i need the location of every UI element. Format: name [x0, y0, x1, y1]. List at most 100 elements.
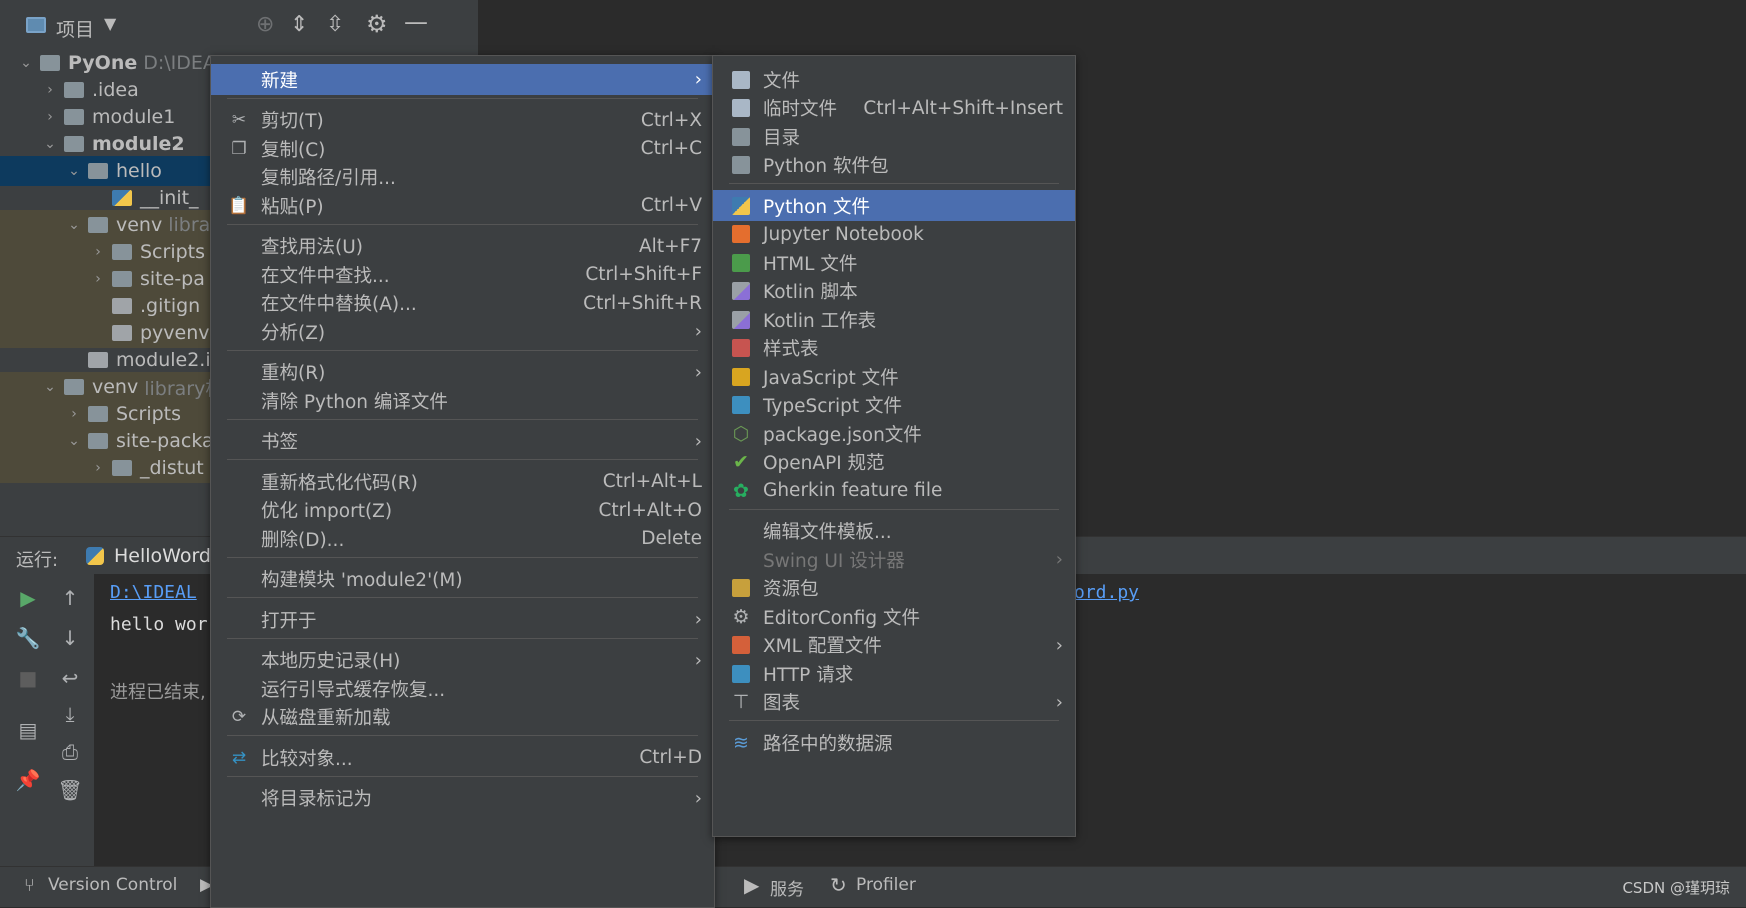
chevron-right-icon: ›	[694, 69, 702, 90]
menu-item[interactable]: 优化 import(Z) Ctrl+Alt+O	[211, 495, 714, 526]
wrench-icon[interactable]: 🔧	[16, 626, 41, 650]
scroll-to-end-icon[interactable]: ⤓	[58, 702, 82, 726]
menu-item[interactable]: HTTP 请求	[713, 658, 1075, 689]
menu-item[interactable]: ✿ Gherkin feature file	[713, 475, 1075, 506]
chevron-down-icon[interactable]: ⌄	[18, 55, 34, 71]
layout-icon[interactable]: ▤	[16, 718, 40, 742]
gear-icon[interactable]: ⚙	[366, 10, 388, 38]
directory-icon	[731, 127, 751, 147]
menu-item-shortcut: Ctrl+X	[640, 109, 702, 131]
menu-item[interactable]: ❐ 复制(C) Ctrl+C	[211, 133, 714, 164]
trash-icon[interactable]: 🗑	[57, 778, 82, 802]
menu-item[interactable]: 构建模块 'module2'(M)	[211, 564, 714, 595]
folder-icon	[64, 109, 84, 125]
menu-item-shortcut: Ctrl+C	[640, 138, 702, 159]
menu-item[interactable]: 在文件中替换(A)... Ctrl+Shift+R	[211, 288, 714, 319]
menu-item[interactable]: Kotlin 脚本	[713, 276, 1075, 307]
chevron-right-icon[interactable]: ›	[42, 109, 58, 125]
menu-item: Swing UI 设计器 ›	[713, 544, 1075, 575]
menu-separator	[227, 349, 698, 351]
stop-icon[interactable]: ■	[16, 666, 40, 690]
menu-item[interactable]: XML 配置文件 ›	[713, 630, 1075, 661]
menu-item[interactable]: TypeScript 文件	[713, 390, 1075, 421]
chevron-right-icon: ›	[694, 787, 702, 809]
chevron-right-icon[interactable]: ›	[90, 271, 106, 287]
chevron-down-icon[interactable]: ⌄	[42, 379, 58, 395]
menu-item[interactable]: 临时文件 Ctrl+Alt+Shift+Insert	[713, 93, 1075, 124]
menu-item[interactable]: 重构(R) ›	[211, 357, 714, 388]
chevron-right-icon[interactable]: ›	[42, 82, 58, 98]
menu-item[interactable]: Python 文件	[713, 190, 1075, 221]
menu-item[interactable]: ⇄ 比较对象... Ctrl+D	[211, 742, 714, 773]
chevron-down-icon[interactable]: ▼	[104, 14, 116, 33]
minimize-icon[interactable]: —	[404, 8, 428, 36]
collapse-all-icon[interactable]: ⇳	[326, 12, 344, 37]
menu-item[interactable]: ⟳ 从磁盘重新加载	[211, 702, 714, 733]
chevron-right-icon[interactable]: ›	[90, 244, 106, 260]
menu-item[interactable]: JavaScript 文件	[713, 361, 1075, 392]
menu-item[interactable]: 资源包	[713, 573, 1075, 604]
menu-item[interactable]: ✂ 剪切(T) Ctrl+X	[211, 105, 714, 136]
menu-item[interactable]: HTML 文件	[713, 247, 1075, 278]
services-tab[interactable]: 服务	[770, 875, 804, 900]
menu-item[interactable]: 分析(Z) ›	[211, 316, 714, 347]
menu-item[interactable]: 打开于 ›	[211, 604, 714, 635]
menu-item[interactable]: Jupyter Notebook	[713, 219, 1075, 250]
run-tab[interactable]: HelloWord	[114, 545, 211, 567]
menu-item[interactable]: 将目录标记为 ›	[211, 783, 714, 814]
menu-item[interactable]: 文件	[713, 64, 1075, 95]
menu-item[interactable]: 书签 ›	[211, 426, 714, 457]
menu-item-label: Gherkin feature file	[763, 480, 943, 501]
chevron-right-icon[interactable]: ›	[90, 460, 106, 476]
menu-item[interactable]: 查找用法(U) Alt+F7	[211, 231, 714, 262]
reload-icon: ⟳	[231, 707, 247, 727]
menu-item[interactable]: 重新格式化代码(R) Ctrl+Alt+L	[211, 466, 714, 497]
menu-item[interactable]: ⊤ 图表 ›	[713, 687, 1075, 718]
scroll-up-icon[interactable]: ↑	[58, 586, 82, 610]
menu-item[interactable]: ⚙ EditorConfig 文件	[713, 601, 1075, 632]
chevron-down-icon[interactable]: ⌄	[66, 433, 82, 449]
menu-item-label: 复制路径/引用...	[261, 168, 396, 189]
locate-icon[interactable]: ⊕	[256, 12, 274, 37]
version-control-tab[interactable]: Version Control	[48, 875, 177, 895]
menu-item-label: 比较对象...	[261, 748, 353, 770]
tree-node-label: _distut	[140, 457, 204, 479]
chevron-down-icon[interactable]: ⌄	[66, 217, 82, 233]
console-path-link[interactable]: D:\IDEAL	[110, 582, 197, 603]
menu-item[interactable]: ≋ 路径中的数据源	[713, 727, 1075, 758]
context-menu[interactable]: 新建 › ✂ 剪切(T) Ctrl+X ❐ 复制(C) Ctrl+C 复制路径/引用... 📋 粘贴…	[210, 55, 715, 908]
tree-node-label: site-packa	[116, 430, 214, 452]
new-submenu[interactable]: 文件 临时文件 Ctrl+Alt+Shift+Insert 目录 Python 软件包 P…	[712, 55, 1076, 837]
menu-item[interactable]: Python 软件包	[713, 150, 1075, 181]
menu-item-label: OpenAPI 规范	[763, 453, 885, 474]
console-exit-line: 进程已结束,	[110, 682, 206, 703]
project-view-title[interactable]: 项目	[56, 15, 94, 42]
menu-item[interactable]: 在文件中查找... Ctrl+Shift+F	[211, 259, 714, 290]
console-path-link-tail[interactable]: ord.py	[1074, 582, 1139, 603]
rerun-icon[interactable]: ▶	[16, 586, 40, 610]
jupyter-icon	[731, 224, 751, 244]
menu-item[interactable]: 编辑文件模板...	[713, 516, 1075, 547]
menu-item[interactable]: 清除 Python 编译文件	[211, 385, 714, 416]
menu-item[interactable]: 新建 ›	[211, 64, 714, 95]
menu-item[interactable]: 删除(D)... Delete	[211, 523, 714, 554]
profiler-tab[interactable]: Profiler	[856, 875, 916, 895]
chevron-right-icon[interactable]: ›	[66, 406, 82, 422]
expand-all-icon[interactable]: ⇕	[290, 12, 308, 37]
menu-item[interactable]: 📋 粘贴(P) Ctrl+V	[211, 190, 714, 221]
pin-icon[interactable]: 📌	[16, 768, 41, 792]
diagram-icon: ⊤	[732, 691, 750, 713]
chevron-down-icon[interactable]: ⌄	[42, 136, 58, 152]
chevron-down-icon[interactable]: ⌄	[66, 163, 82, 179]
menu-item[interactable]: 目录	[713, 121, 1075, 152]
soft-wrap-icon[interactable]: ↩	[58, 666, 82, 690]
menu-item[interactable]: 本地历史记录(H) ›	[211, 645, 714, 676]
menu-item[interactable]: 样式表	[713, 333, 1075, 364]
menu-item[interactable]: 复制路径/引用...	[211, 162, 714, 193]
print-icon[interactable]: ⎙	[58, 740, 82, 764]
scroll-down-icon[interactable]: ↓	[58, 626, 82, 650]
menu-item[interactable]: 运行引导式缓存恢复...	[211, 673, 714, 704]
menu-item[interactable]: ✔ OpenAPI 规范	[713, 447, 1075, 478]
menu-item[interactable]: ⬡ package.json文件	[713, 418, 1075, 449]
menu-item[interactable]: Kotlin 工作表	[713, 304, 1075, 335]
